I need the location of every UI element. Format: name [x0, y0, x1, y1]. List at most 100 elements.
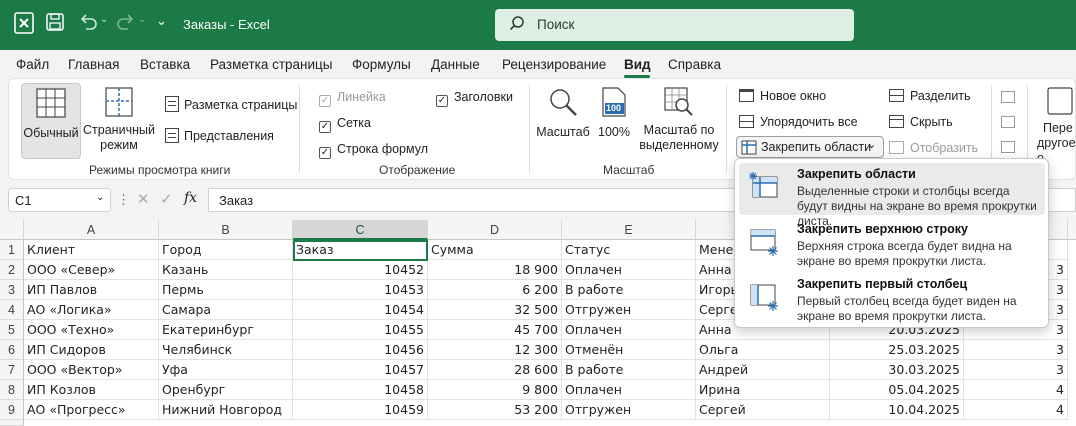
- cell-c6[interactable]: 10456: [293, 340, 428, 360]
- freeze-top-row-option[interactable]: Закрепить верхнюю строку Верхняя строка …: [739, 218, 1045, 270]
- cell-d2[interactable]: 18 900: [428, 260, 562, 280]
- cell-g7[interactable]: 30.03.2025: [830, 360, 964, 380]
- row-header[interactable]: 2: [0, 260, 24, 280]
- page-break-view-button[interactable]: Страничный режим: [81, 83, 157, 159]
- cell-a4[interactable]: АО «Логика»: [24, 300, 159, 320]
- cell-b6[interactable]: Челябинск: [159, 340, 293, 360]
- zoom-100-button[interactable]: 100 100%: [593, 83, 635, 159]
- cancel-icon[interactable]: ✕: [137, 190, 150, 208]
- page-layout-button[interactable]: Разметка страницы: [165, 96, 297, 112]
- row-header[interactable]: 9: [0, 400, 24, 420]
- column-header-a[interactable]: A: [24, 220, 159, 240]
- row-header[interactable]: 6: [0, 340, 24, 360]
- cell-a9[interactable]: АО «Прогресс»: [24, 400, 159, 420]
- cell-d9[interactable]: 53 200: [428, 400, 562, 420]
- freeze-panes-button[interactable]: Закрепить области ⌄: [736, 136, 884, 158]
- sync-scroll-icon[interactable]: [1001, 116, 1015, 128]
- split-button[interactable]: Разделить: [889, 89, 971, 103]
- cell-b7[interactable]: Уфа: [159, 360, 293, 380]
- cell-c3[interactable]: 10453: [293, 280, 428, 300]
- tab-file[interactable]: Файл: [16, 57, 49, 72]
- cell-d8[interactable]: 9 800: [428, 380, 562, 400]
- freeze-first-column-option[interactable]: Закрепить первый столбец Первый столбец …: [739, 273, 1045, 325]
- more-options-icon[interactable]: ⋮: [117, 192, 130, 208]
- cell-e4[interactable]: Отгружен: [562, 300, 696, 320]
- cell-e7[interactable]: В работе: [562, 360, 696, 380]
- cell-e8[interactable]: Оплачен: [562, 380, 696, 400]
- cell-h8[interactable]: 4: [964, 380, 1068, 400]
- tab-insert[interactable]: Вставка: [140, 57, 190, 72]
- cell-d4[interactable]: 32 500: [428, 300, 562, 320]
- cell-e1[interactable]: Статус: [562, 240, 696, 260]
- row-header[interactable]: 7: [0, 360, 24, 380]
- cell-f6[interactable]: Ольга: [696, 340, 830, 360]
- cell-f7[interactable]: Андрей: [696, 360, 830, 380]
- column-header-i[interactable]: I: [1068, 220, 1076, 240]
- cell-a8[interactable]: ИП Козлов: [24, 380, 159, 400]
- cell-a7[interactable]: ООО «Вектор»: [24, 360, 159, 380]
- redo-dropdown-icon[interactable]: ⌄: [138, 14, 146, 25]
- column-header-d[interactable]: D: [428, 220, 562, 240]
- cell-b5[interactable]: Екатеринбург: [159, 320, 293, 340]
- undo-dropdown-icon[interactable]: ⌄: [100, 14, 108, 25]
- cell-c4[interactable]: 10454: [293, 300, 428, 320]
- cell-a3[interactable]: ИП Павлов: [24, 280, 159, 300]
- cell-h9[interactable]: 4: [964, 400, 1068, 420]
- save-icon[interactable]: [46, 13, 64, 36]
- row-header[interactable]: 5: [0, 320, 24, 340]
- cell-b3[interactable]: Пермь: [159, 280, 293, 300]
- freeze-panes-option[interactable]: Закрепить области Выделенные строки и ст…: [739, 163, 1045, 228]
- zoom-to-selection-button[interactable]: Масштаб по выделенному: [639, 83, 719, 159]
- column-header-b[interactable]: B: [159, 220, 293, 240]
- new-window-button[interactable]: Новое окно: [739, 89, 826, 103]
- column-header-e[interactable]: E: [562, 220, 696, 240]
- search-box[interactable]: Поиск: [495, 9, 854, 41]
- tab-page-layout[interactable]: Разметка страницы: [210, 57, 332, 72]
- cell-a1[interactable]: Клиент: [24, 240, 159, 260]
- view-side-by-side-icon[interactable]: [1001, 91, 1015, 103]
- cell-b4[interactable]: Самара: [159, 300, 293, 320]
- cell-c7[interactable]: 10457: [293, 360, 428, 380]
- cell-e5[interactable]: Оплачен: [562, 320, 696, 340]
- cell-c9[interactable]: 10459: [293, 400, 428, 420]
- cell-c2[interactable]: 10452: [293, 260, 428, 280]
- headings-checkbox[interactable]: ✓ Заголовки: [436, 90, 513, 107]
- formula-bar-checkbox[interactable]: ✓ Строка формул: [319, 142, 428, 159]
- enter-icon[interactable]: ✓: [160, 190, 173, 208]
- zoom-button[interactable]: Масштаб: [535, 83, 591, 159]
- cell-h7[interactable]: 3: [964, 360, 1068, 380]
- cell-a2[interactable]: ООО «Север»: [24, 260, 159, 280]
- name-box-dropdown-icon[interactable]: ⌄: [96, 192, 104, 203]
- cell-d3[interactable]: 6 200: [428, 280, 562, 300]
- cell-e6[interactable]: Отменён: [562, 340, 696, 360]
- cell-b1[interactable]: Город: [159, 240, 293, 260]
- normal-view-button[interactable]: Обычный: [21, 83, 81, 159]
- cell-e2[interactable]: Оплачен: [562, 260, 696, 280]
- unhide-button[interactable]: Отобразить: [889, 141, 978, 155]
- column-header-c[interactable]: C: [293, 220, 428, 240]
- cell-f8[interactable]: Ирина: [696, 380, 830, 400]
- cell-d7[interactable]: 28 600: [428, 360, 562, 380]
- tab-help[interactable]: Справка: [668, 57, 721, 72]
- cell-g9[interactable]: 10.04.2025: [830, 400, 964, 420]
- hide-button[interactable]: Скрыть: [889, 115, 953, 129]
- cell-e3[interactable]: В работе: [562, 280, 696, 300]
- cell-b8[interactable]: Оренбург: [159, 380, 293, 400]
- cell-c8[interactable]: 10458: [293, 380, 428, 400]
- cell-d1[interactable]: Сумма: [428, 240, 562, 260]
- row-header[interactable]: 1: [0, 240, 24, 260]
- row-header[interactable]: 4: [0, 300, 24, 320]
- insert-function-icon[interactable]: fx: [184, 190, 197, 206]
- row-header[interactable]: 3: [0, 280, 24, 300]
- tab-formulas[interactable]: Формулы: [352, 57, 411, 72]
- tab-view[interactable]: Вид: [624, 57, 651, 72]
- cell-c5[interactable]: 10455: [293, 320, 428, 340]
- cell-b2[interactable]: Казань: [159, 260, 293, 280]
- cell-a6[interactable]: ИП Сидоров: [24, 340, 159, 360]
- cell-f9[interactable]: Сергей: [696, 400, 830, 420]
- tab-home[interactable]: Главная: [68, 57, 119, 72]
- row-header[interactable]: 8: [0, 380, 24, 400]
- cell-d6[interactable]: 12 300: [428, 340, 562, 360]
- row-header[interactable]: [0, 420, 24, 426]
- redo-icon[interactable]: [116, 12, 136, 35]
